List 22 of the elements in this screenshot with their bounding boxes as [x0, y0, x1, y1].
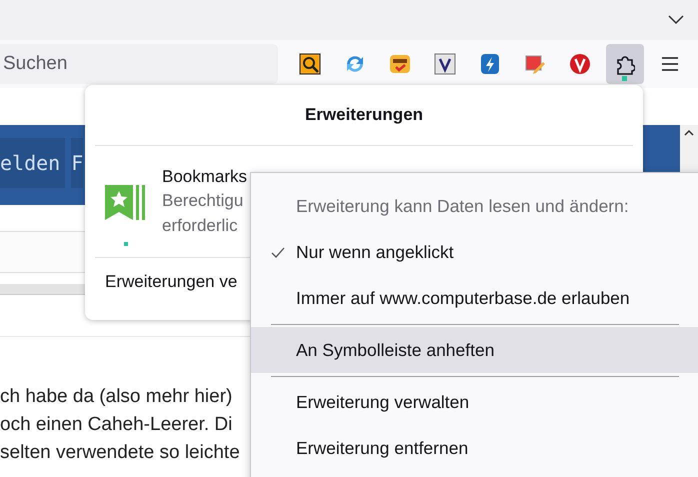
menu-item[interactable]: Erweiterung entfernen — [251, 425, 698, 471]
article-text: och einen Caheh-Leerer. Di — [0, 413, 232, 437]
chevron-down-icon[interactable] — [668, 15, 684, 25]
menu-item[interactable]: Erweiterung verwalten — [251, 379, 698, 425]
search-field[interactable]: Suchen — [0, 44, 278, 84]
menu-option[interactable]: Immer auf www.computerbase.de erlauben — [251, 275, 698, 321]
menu-heading: Erweiterung kann Daten lesen und ändern: — [295, 194, 630, 218]
panel-title: Erweiterungen — [304, 105, 424, 125]
extension-name: Bookmarks — [162, 166, 248, 188]
menu-item[interactable]: An Symbolleiste anheften — [251, 327, 698, 373]
scroll-up-icon[interactable] — [684, 129, 694, 136]
extension-description: Berechtigu erforderlic — [162, 190, 244, 237]
check-icon — [271, 246, 285, 258]
nav-tab[interactable]: elden — [0, 138, 66, 188]
nav-tab[interactable]: F — [71, 138, 84, 188]
article-text: ch habe da (also mehr hier) — [0, 385, 232, 409]
menu-icon — [661, 57, 679, 71]
article-text: selten verwendete so leichte — [0, 441, 240, 465]
menu-option[interactable]: Nur wenn angeklickt — [251, 229, 698, 275]
bookmark-star-icon — [105, 185, 146, 220]
puzzle-icon — [615, 53, 635, 75]
extensions-button[interactable] — [606, 44, 644, 84]
